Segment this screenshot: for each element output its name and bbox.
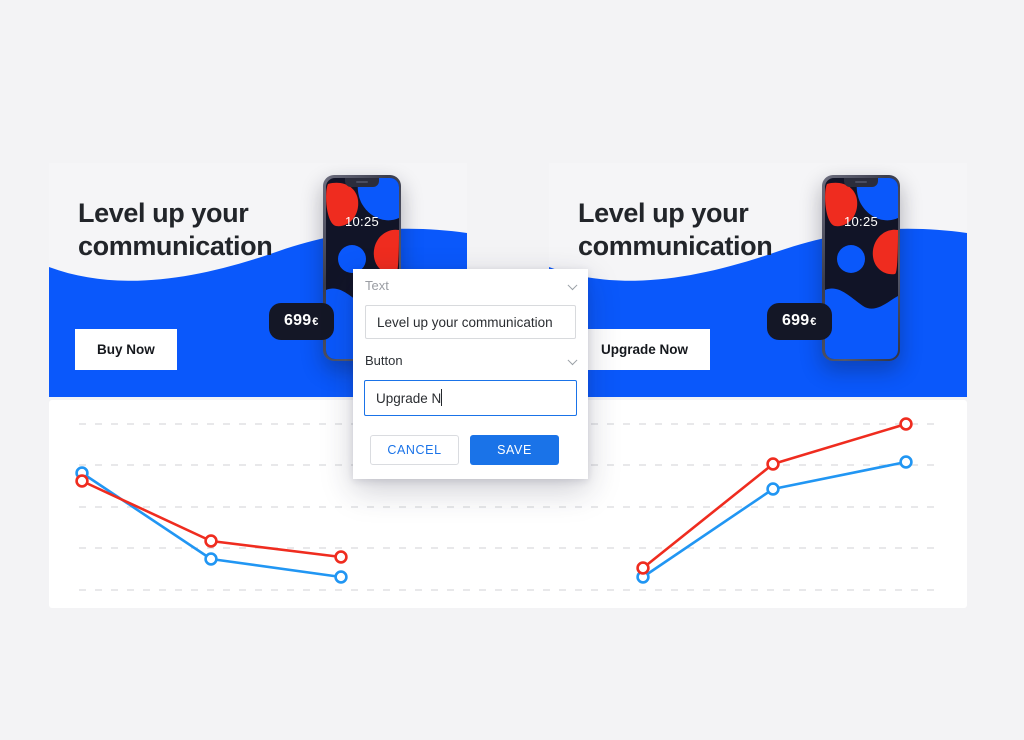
- cancel-button[interactable]: CANCEL: [370, 435, 459, 465]
- buy-now-button[interactable]: Buy Now: [75, 329, 177, 370]
- chart-data-point[interactable]: [899, 417, 913, 431]
- save-button[interactable]: SAVE: [470, 435, 559, 465]
- price-value: 699: [782, 312, 810, 329]
- button-label-input[interactable]: [364, 380, 577, 416]
- chart-data-point[interactable]: [334, 550, 348, 564]
- text-content-input[interactable]: [365, 305, 576, 339]
- text-cursor: [441, 389, 442, 406]
- hero-card-edited: Level up your communication 10:25 699€ U…: [549, 163, 967, 397]
- chart-data-point[interactable]: [75, 474, 89, 488]
- dialog-actions: CANCEL SAVE: [353, 421, 588, 465]
- chart-line-red: [641, 422, 908, 570]
- content-type-select-button[interactable]: Button: [353, 344, 588, 377]
- chart-data-point[interactable]: [766, 457, 780, 471]
- chart-data-point[interactable]: [636, 561, 650, 575]
- phone-wallpaper: [824, 177, 898, 359]
- phone-mockup: 10:25: [822, 175, 900, 361]
- upgrade-now-button[interactable]: Upgrade Now: [579, 329, 711, 370]
- content-type-select-text[interactable]: Text: [353, 269, 588, 302]
- price-badge: 699€: [767, 303, 832, 340]
- chevron-down-icon: [567, 354, 578, 365]
- hero-title: Level up your communication: [78, 198, 273, 261]
- chart-data-point[interactable]: [204, 534, 218, 548]
- content-type-select-button-label: Button: [365, 353, 403, 368]
- chart-line-blue: [641, 460, 908, 579]
- chart-data-point[interactable]: [334, 570, 348, 584]
- price-badge: 699€: [269, 303, 334, 340]
- phone-status-time: 10:25: [344, 213, 380, 229]
- price-currency: €: [312, 316, 319, 328]
- chart-data-point[interactable]: [766, 482, 780, 496]
- content-type-select-text-label: Text: [365, 278, 389, 293]
- phone-screen: 10:25: [824, 177, 898, 359]
- phone-notch-icon: [345, 177, 379, 187]
- phone-status-time: 10:25: [843, 213, 879, 229]
- chart-data-point[interactable]: [204, 552, 218, 566]
- price-currency: €: [810, 316, 817, 328]
- edit-content-dialog: Text Button CANCEL SAVE: [353, 269, 588, 479]
- phone-notch-icon: [844, 177, 878, 187]
- chart-data-point[interactable]: [899, 455, 913, 469]
- page-root: Level up your communication 10:25 699€ B…: [0, 0, 1024, 740]
- price-value: 699: [284, 312, 312, 329]
- chevron-down-icon: [567, 279, 578, 290]
- hero-title: Level up your communication: [578, 198, 773, 261]
